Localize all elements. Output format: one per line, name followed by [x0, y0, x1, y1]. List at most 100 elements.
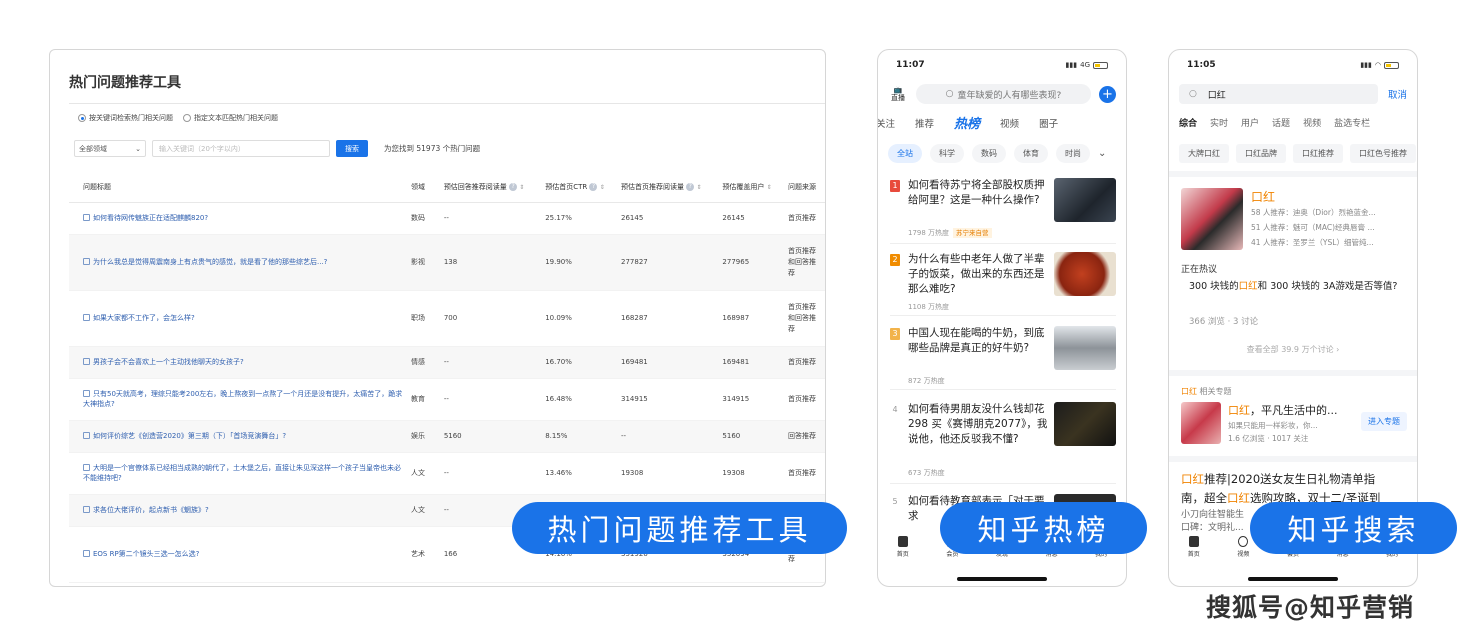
help-icon: ? — [509, 182, 518, 191]
question-title[interactable]: 如何评价综艺《创造营2020》第三期（下）「首场竞演舞台」? — [69, 420, 408, 453]
chip-digital[interactable]: 数码 — [972, 144, 1006, 163]
topic-title-text: ，平凡生活中的... — [1250, 404, 1338, 417]
home-read-cell: 169481 — [617, 346, 719, 379]
topic-title: 口红，平凡生活中的... — [1228, 402, 1338, 418]
chip-sports[interactable]: 体育 — [1014, 144, 1048, 163]
chip-fashion[interactable]: 时尚 — [1056, 144, 1090, 163]
search-button[interactable]: 搜索 — [336, 140, 368, 157]
hot-item[interactable]: 1 如何看待苏宁将全部股权质押给阿里？这是一种什么操作? 1798 万热度 苏宁来… — [890, 178, 1116, 244]
search-input[interactable]: ○ 口红 — [1179, 84, 1378, 104]
question-title[interactable]: 如何看待网传魅族正在适配麒麟820? — [69, 202, 408, 235]
tab-hot[interactable]: 热榜 — [954, 113, 980, 132]
search-mode-group: 按关键词检索热门相关问题 指定文本匹配热门相关问题 — [78, 113, 278, 123]
tab-recommend[interactable]: 推荐 — [915, 116, 934, 130]
tab-follow[interactable]: 关注 — [878, 116, 895, 130]
chip-all[interactable]: 全站 — [888, 144, 922, 163]
tv-icon: 📺 — [893, 86, 903, 94]
question-doc-icon — [83, 550, 90, 557]
question-title[interactable]: 如果大家都不工作了，会怎么样? — [69, 290, 408, 347]
article-title-line: 口红推荐|2020送女友生日礼物清单指 — [1181, 470, 1411, 489]
radio-selected-icon — [78, 114, 86, 122]
hot-item[interactable]: 2 为什么有些中老年人做了半辈子的饭菜，做出来的东西还是那么难吃? 1108 万… — [890, 252, 1116, 316]
users-cell: 169481 — [718, 346, 784, 379]
table-row[interactable]: 如果大家都不工作了，会怎么样? 职场 700 10.09% 168287 168987 首页… — [69, 290, 825, 347]
col-answer-read[interactable]: 预估回答推荐阅读量 ? ⇕ — [439, 172, 542, 203]
hot-item-meta: 1798 万热度 苏宁来自营 — [908, 227, 992, 238]
radio-text-mode[interactable]: 指定文本匹配热门相关问题 — [183, 113, 278, 123]
hot-item[interactable]: 3 中国人现在能喝的牛奶，到底哪些品牌是真正的好牛奶? 872 万热度 — [890, 326, 1116, 390]
chip-science[interactable]: 科学 — [930, 144, 964, 163]
table-row[interactable]: 为什么我总是觉得周震南身上有点贵气的感觉，就是看了他的那些综艺后...? 影视 13… — [69, 234, 825, 291]
signal-icon: ▮▮▮ — [1360, 61, 1372, 69]
live-button[interactable]: 📺 直播 — [888, 86, 908, 102]
home-indicator — [1248, 577, 1338, 581]
add-button[interactable]: + — [1099, 85, 1116, 103]
users-cell: 277965 — [718, 234, 784, 291]
question-title[interactable]: 只有50天就高考，理综只能考200左右，晚上熬夜到一点熬了一个月还是没有提升，太… — [69, 378, 408, 421]
tabbar-home[interactable]: 首页 — [1188, 536, 1200, 566]
table-row[interactable]: 大明是一个官僚体系已经相当成熟的朝代了，土木堡之后，直接让朱见深这样一个孩子当皇… — [69, 452, 825, 495]
topic-label: 相关专题 — [1199, 387, 1232, 396]
radio-keyword-label: 按关键词检索热门相关问题 — [89, 114, 173, 122]
signal-indicator: ▮▮▮ ◠ — [1360, 61, 1399, 69]
question-title-text: 男孩子会不会喜欢上一个主动找他聊天的女孩子? — [93, 358, 244, 366]
question-title[interactable]: 求各位大佬评价，起点新书《魍族》? — [69, 494, 408, 527]
table-row[interactable]: 男孩子会不会喜欢上一个主动找他聊天的女孩子? 情感 -- 16.70% 169481 16… — [69, 346, 825, 379]
tab-users[interactable]: 用户 — [1241, 116, 1259, 129]
home-read-cell: 19308 — [617, 452, 719, 495]
hot-item[interactable]: 4 如何看待男朋友没什么钱却花 298 买《赛博朋克2077》，我说他，他还反驳… — [890, 402, 1116, 484]
suggestion-chips: 大牌口红 口红品牌 口红推荐 口红色号推荐 — [1179, 144, 1416, 163]
cancel-button[interactable]: 取消 — [1388, 87, 1407, 101]
table-row[interactable]: 如何评价综艺《创造营2020》第三期（下）「首场竞演舞台」? 娱乐 5160 8.15… — [69, 420, 825, 453]
rank-number: 4 — [892, 405, 898, 414]
domain-cell: 教育 — [407, 378, 440, 421]
keyword-input[interactable] — [152, 140, 330, 157]
product-card[interactable]: 口红 58 人推荐：迪奥（Dior）烈艳蓝金... 51 人推荐：魅可（MAC)… — [1181, 188, 1407, 252]
chip-suggestion[interactable]: 大牌口红 — [1179, 144, 1229, 163]
radio-keyword-mode[interactable]: 按关键词检索热门相关问题 — [78, 113, 173, 123]
question-title[interactable]: 为什么我总是觉得周震南身上有点贵气的感觉，就是看了他的那些综艺后...? — [69, 234, 408, 291]
question-title[interactable]: 男孩子会不会喜欢上一个主动找他聊天的女孩子? — [69, 346, 408, 379]
chevron-down-icon[interactable]: ⌄ — [1098, 148, 1106, 159]
answer-read-cell: 5160 — [439, 420, 542, 453]
page-title: 热门问题推荐工具 — [69, 75, 181, 91]
question-title[interactable]: 大明是一个官僚体系已经相当成熟的朝代了，土木堡之后，直接让朱见深这样一个孩子当皇… — [69, 452, 408, 495]
chip-suggestion[interactable]: 口红品牌 — [1236, 144, 1286, 163]
tab-videos[interactable]: 视频 — [1303, 116, 1321, 129]
tab-circle[interactable]: 圈子 — [1039, 116, 1058, 130]
answer-read-cell: -- — [439, 452, 542, 495]
topic-image — [1181, 402, 1221, 444]
question-title-text: 如果大家都不工作了，会怎么样? — [93, 314, 195, 322]
col-home-read[interactable]: 预估首页推荐阅读量 ? ⇕ — [617, 172, 719, 203]
chip-suggestion[interactable]: 口红色号推荐 — [1350, 144, 1416, 163]
radio-empty-icon — [183, 114, 191, 122]
enter-topic-button[interactable]: 进入专题 — [1361, 412, 1407, 431]
hot-item-title: 中国人现在能喝的牛奶，到底哪些品牌是真正的好牛奶? — [908, 327, 1045, 354]
tab-columns[interactable]: 盐选专栏 — [1334, 116, 1370, 129]
tab-all[interactable]: 综合 — [1179, 116, 1197, 129]
tabbar-home[interactable]: 首页 — [897, 536, 909, 566]
table-row[interactable]: 只有50天就高考，理综只能考200左右，晚上熬夜到一点熬了一个月还是没有提升，太… — [69, 378, 825, 421]
chip-suggestion[interactable]: 口红推荐 — [1293, 144, 1343, 163]
search-tabs: 综合 实时 用户 话题 视频 盐选专栏 — [1179, 116, 1370, 129]
col-ctr[interactable]: 预估首页CTR ? ⇕ — [541, 172, 618, 203]
question-title[interactable]: EOS RP第二个镜头三选一怎么选? — [69, 526, 408, 583]
col-users[interactable]: 预估覆盖用户 ⇕ — [718, 172, 784, 203]
view-all-link[interactable]: 查看全部 39.9 万个讨论 › — [1169, 344, 1417, 355]
ctr-cell: 13.46% — [541, 452, 618, 495]
discuss-text: 和 300 块钱的 3A游戏是否等值? — [1257, 281, 1398, 292]
tabbar-video[interactable]: 视频 — [1237, 536, 1249, 566]
table-row[interactable]: 如何看待网传魅族正在适配麒麟820? 数码 -- 25.17% 26145 26145 首页… — [69, 202, 825, 235]
signal-icon: ▮▮▮ — [1065, 61, 1078, 69]
divider — [1169, 370, 1417, 376]
domain-select[interactable]: 全部领域 ⌄ — [74, 140, 146, 157]
tab-realtime[interactable]: 实时 — [1210, 116, 1228, 129]
discuss-item[interactable]: 300 块钱的口红和 300 块钱的 3A游戏是否等值? — [1189, 280, 1407, 294]
tab-video[interactable]: 视频 — [1000, 116, 1019, 130]
label-search: 知乎搜索 — [1250, 502, 1457, 554]
search-input[interactable]: ○ 童年缺爱的人有哪些表现? — [916, 84, 1091, 104]
ctr-cell: 16.48% — [541, 378, 618, 421]
tab-topics[interactable]: 话题 — [1272, 116, 1290, 129]
topic-card[interactable]: 口红，平凡生活中的... 如果只能用一样彩妆，你... 1.6 亿浏览 · 10… — [1181, 402, 1407, 446]
table-header-row: 问题标题 领域 预估回答推荐阅读量 ? ⇕ 预估首页CTR ? ⇕ 预估首页推荐… — [69, 172, 825, 203]
